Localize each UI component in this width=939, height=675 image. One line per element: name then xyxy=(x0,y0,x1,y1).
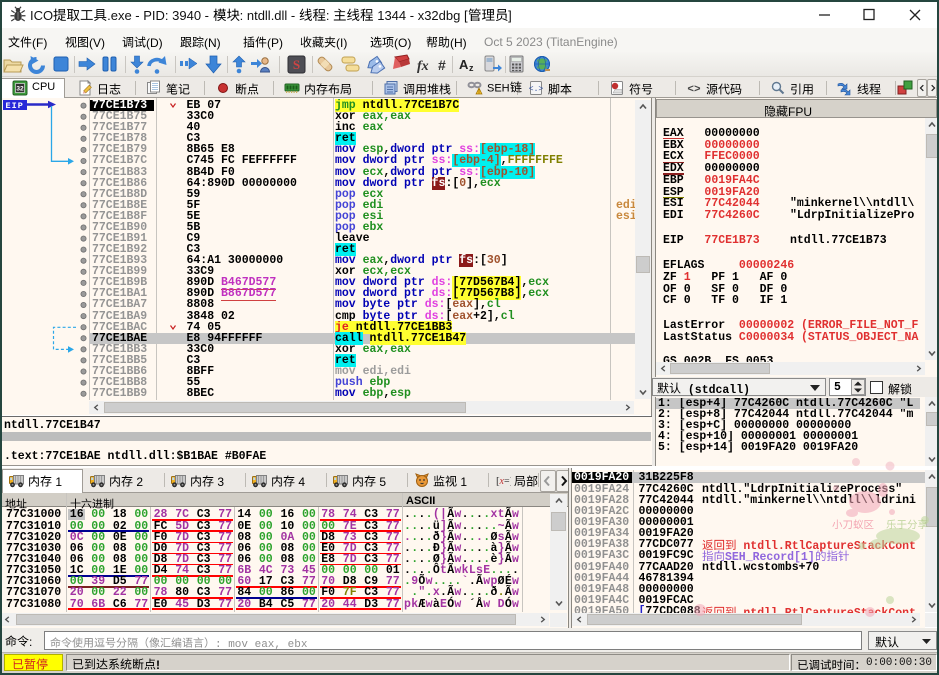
svg-text:S: S xyxy=(293,57,300,72)
svg-text:=]: =] xyxy=(504,476,511,487)
svg-text:fx: fx xyxy=(417,59,429,74)
svg-text:z: z xyxy=(469,63,474,73)
svg-text:32: 32 xyxy=(16,86,24,93)
svg-text:A: A xyxy=(459,57,469,72)
svg-text:#: # xyxy=(438,57,446,73)
svg-text:<>: <> xyxy=(687,84,701,96)
svg-text:<.>: <.> xyxy=(529,85,544,94)
